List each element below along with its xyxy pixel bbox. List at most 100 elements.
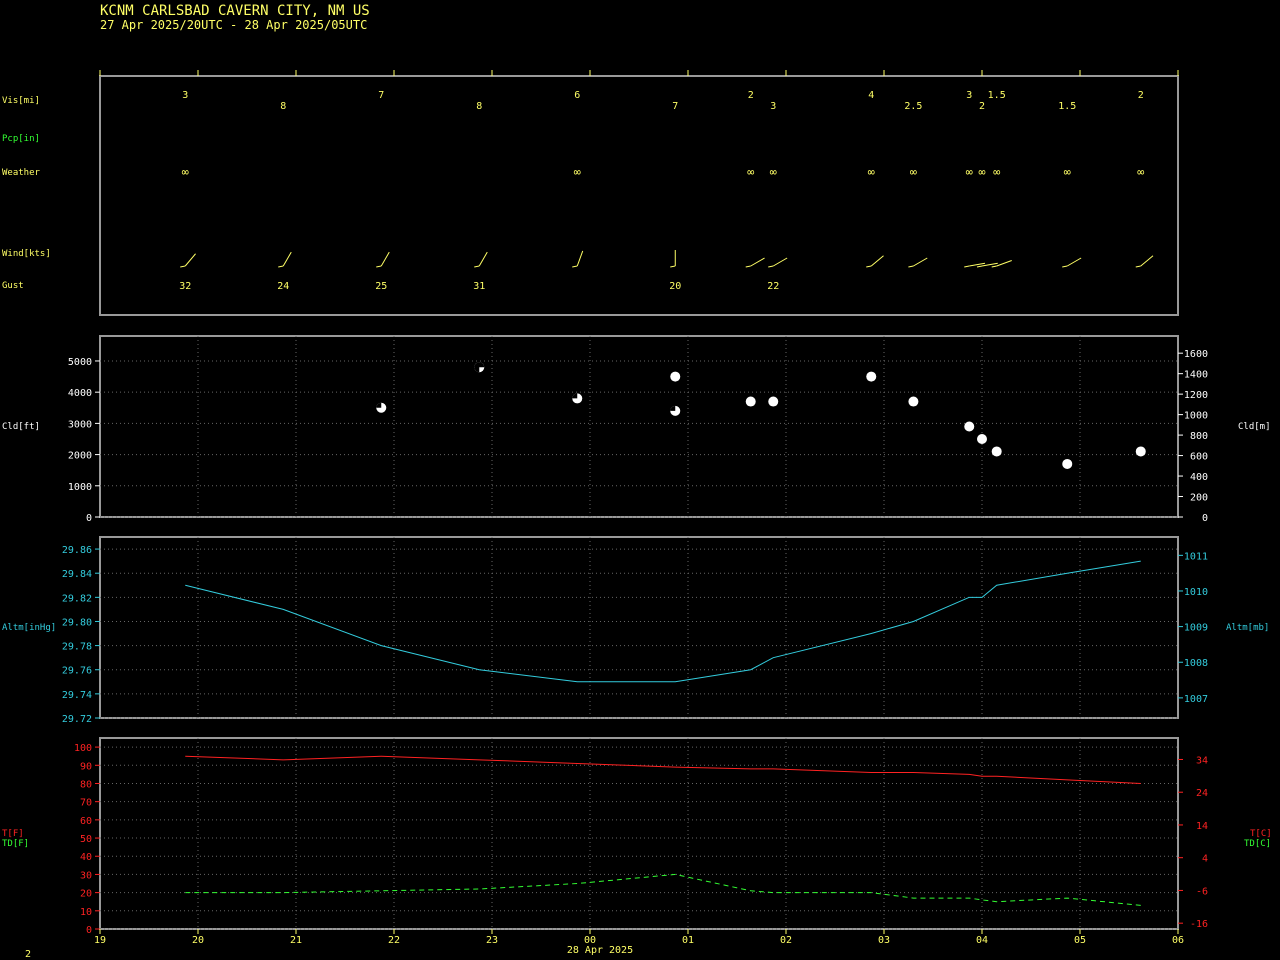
td-f-label: TD[F] — [2, 839, 29, 849]
temperature-y2tick-label: 14 — [1196, 821, 1208, 832]
wind-barb-foot — [278, 265, 284, 268]
wind-barb-staff — [870, 255, 884, 267]
obs-panel-frame — [99, 75, 1179, 316]
meteogram: KCNM CARLSBAD CAVERN CITY, NM US 27 Apr … — [2, 3, 1272, 960]
station-title: KCNM CARLSBAD CAVERN CITY, NM US — [100, 3, 370, 19]
cloud-point — [866, 371, 877, 382]
temperature-ytick-label: 20 — [80, 889, 92, 900]
dewpoint-line — [185, 873, 1141, 906]
temperature-ytick-label: 40 — [80, 852, 92, 863]
temperature-ytick-label: 100 — [74, 743, 92, 754]
vis-value: 3 — [182, 90, 188, 101]
temperature-y2tick-label: 34 — [1196, 755, 1208, 766]
cloud-point — [670, 371, 681, 382]
date-label: 28 Apr 2025 — [567, 945, 633, 956]
temperature-panel-frame — [99, 737, 1179, 930]
wind-label: Wind[kts] — [2, 249, 51, 259]
wind-barb-staff — [478, 251, 488, 267]
temperature-ytick-label: 70 — [80, 798, 92, 809]
temperature-ytick-label: 50 — [80, 834, 92, 845]
altimeter-ytick-label: 29.78 — [62, 642, 92, 653]
temperature-line — [185, 755, 1141, 784]
altimeter-y2tick-label: 1010 — [1184, 587, 1208, 598]
wind-barb-staff — [750, 257, 765, 267]
weather-symbol: ∞ — [868, 165, 875, 179]
cloud-point — [745, 396, 756, 407]
x-tick-label: 20 — [192, 935, 204, 946]
weather-symbol: ∞ — [747, 165, 754, 179]
chart-marks: 3878672342.5321.51.52∞ ∞ ∞ ∞ ∞ ∞ ∞ ∞ ∞ ∞ ∞32 24 25 31… — [62, 70, 1208, 946]
wind-barb-foot — [745, 265, 751, 268]
weather-symbol: ∞ — [574, 165, 581, 179]
x-tick-label: 19 — [94, 935, 106, 946]
cloud-ytick-label: 2000 — [68, 451, 92, 462]
temperature-y2tick-label: 4 — [1202, 854, 1208, 865]
pcp-label: Pcp[in] — [2, 134, 40, 144]
altm-mb-label: Altm[mb] — [1226, 623, 1269, 633]
vis-value: 2 — [1138, 90, 1144, 101]
cloud-ytick-label: 4000 — [68, 388, 92, 399]
x-tick-label: 02 — [780, 935, 792, 946]
wind-barb-staff — [380, 251, 390, 267]
gust-value: 32 — [179, 281, 191, 292]
weather-label: Weather — [2, 168, 41, 178]
vis-value: 3 — [966, 90, 972, 101]
cloud-point — [964, 421, 975, 432]
cloud-point-gap — [376, 402, 382, 408]
gust-value: 25 — [375, 281, 387, 292]
x-tick-label: 23 — [486, 935, 498, 946]
wind-barb-foot — [474, 265, 480, 268]
cloud-point — [908, 396, 919, 407]
gust-value: 22 — [767, 281, 779, 292]
wind-barb-foot — [1062, 265, 1068, 268]
vis-value: 2 — [748, 90, 754, 101]
x-tick-label: 05 — [1074, 935, 1086, 946]
altm-inhg-label: Altm[inHg] — [2, 623, 56, 633]
wind-barb-foot — [1135, 265, 1141, 268]
altimeter-ytick-label: 29.86 — [62, 545, 92, 556]
wind-barb-foot — [964, 265, 970, 268]
weather-symbol: ∞ — [1064, 165, 1071, 179]
cloud-point — [991, 446, 1002, 457]
wind-barb-foot — [866, 265, 872, 268]
weather-symbol: ∞ — [993, 165, 1000, 179]
cloud-y2tick-label: 1000 — [1184, 411, 1208, 422]
altimeter-y2tick-label: 1007 — [1184, 694, 1208, 705]
altimeter-y2tick-label: 1008 — [1184, 658, 1208, 669]
cloud-point — [977, 433, 987, 444]
cloud-point — [1062, 458, 1073, 469]
altimeter-y2tick-label: 1011 — [1184, 551, 1208, 562]
x-tick-label: 03 — [878, 935, 890, 946]
cloud-point-gap — [572, 393, 578, 399]
temperature-ytick-label: 10 — [80, 907, 92, 918]
wind-barb-staff — [773, 257, 788, 267]
x-tick-label: 00 — [584, 935, 596, 946]
x-tick-label: 22 — [388, 935, 400, 946]
vis-value: 1.5 — [1058, 101, 1076, 112]
vis-value: 2.5 — [904, 101, 922, 112]
wind-barb-staff — [1140, 255, 1154, 267]
vis-value: 8 — [476, 101, 482, 112]
cloud-y2tick-label: 1400 — [1184, 370, 1208, 381]
temperature-y2tick-label: -6 — [1196, 886, 1208, 897]
altimeter-ytick-label: 29.76 — [62, 666, 92, 677]
weather-symbol: ∞ — [978, 165, 985, 179]
cloud-panel-frame — [99, 335, 1179, 518]
wind-barb-staff — [996, 260, 1012, 267]
vis-value: 7 — [378, 90, 384, 101]
wind-barb-foot — [768, 265, 774, 268]
vis-value: 7 — [672, 101, 678, 112]
wind-barb-staff — [913, 257, 928, 267]
temperature-ytick-label: 90 — [80, 761, 92, 772]
wind-barb-foot — [180, 265, 186, 268]
weather-symbol: ∞ — [1137, 165, 1144, 179]
wind-barb-foot — [572, 265, 578, 268]
temperature-y2tick-label: -16 — [1190, 919, 1208, 930]
t-f-label: T[F] — [2, 829, 24, 839]
cloud-point — [768, 396, 779, 407]
temperature-ytick-label: 0 — [86, 925, 92, 936]
cloud-y2tick-label: 400 — [1190, 472, 1208, 483]
vis-value: 6 — [574, 90, 580, 101]
altimeter-ytick-label: 29.72 — [62, 714, 92, 725]
t-c-label: T[C] — [1250, 829, 1272, 839]
